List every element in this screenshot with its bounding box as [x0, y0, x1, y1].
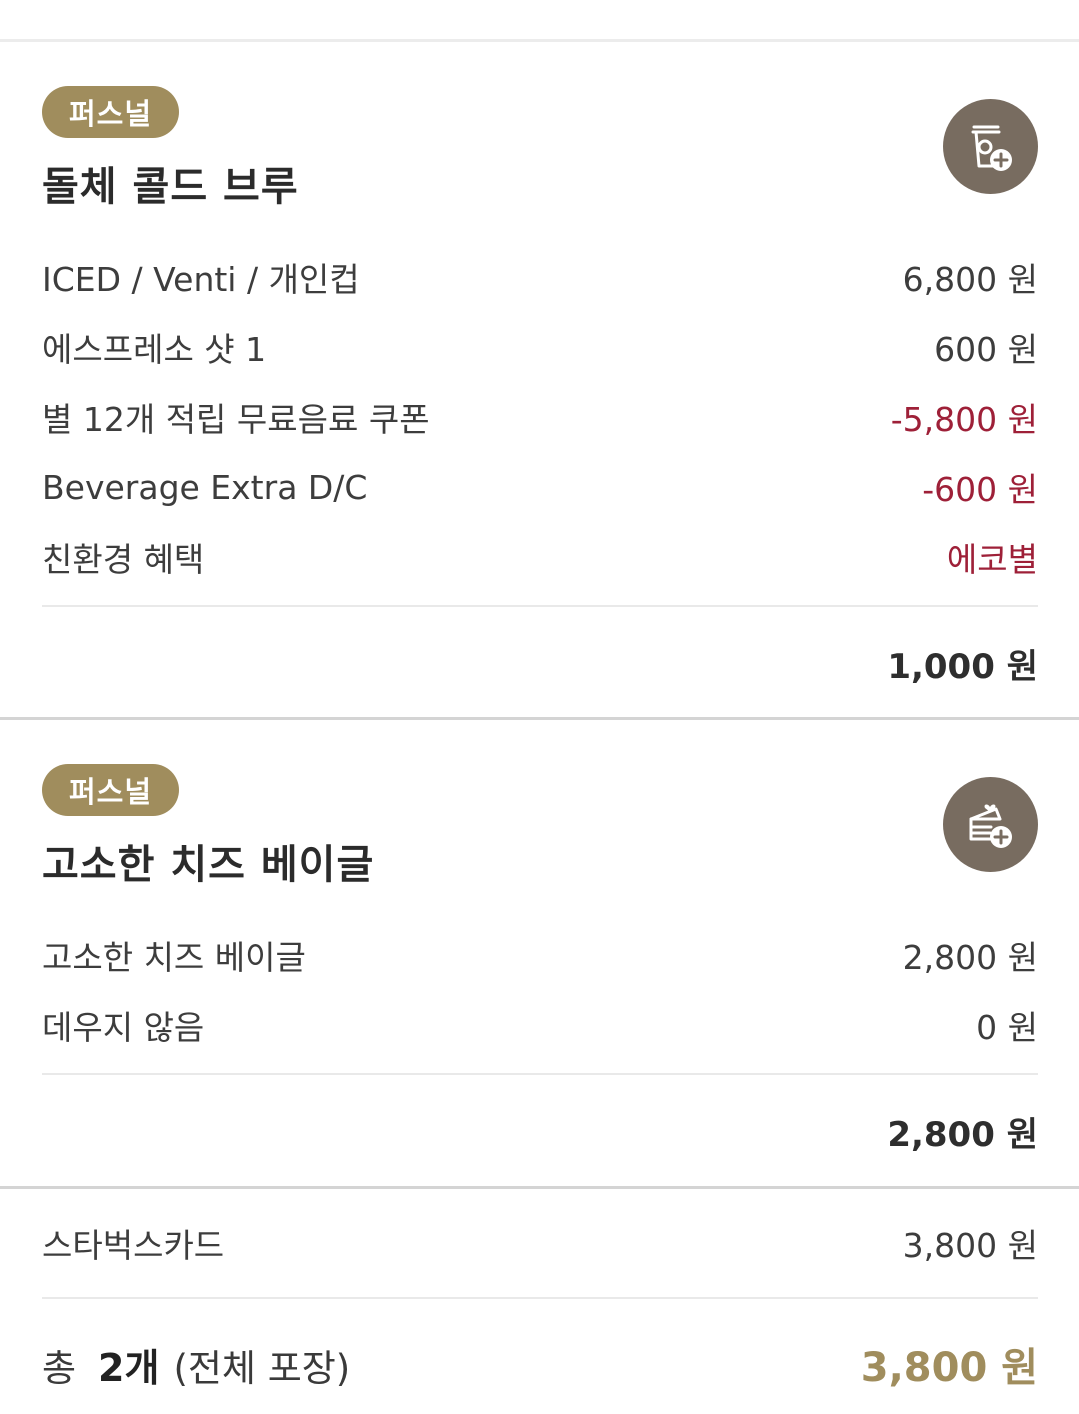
order-total-row: 총 2개 (전체 포장) 3,800 원	[42, 1336, 1038, 1392]
section-divider	[0, 717, 1079, 720]
cup-plus-icon	[971, 125, 1012, 171]
payment-method: 스타벅스카드	[42, 1226, 225, 1265]
benefit-value: 에코별	[946, 540, 1038, 579]
payment-amount: 3,800 원	[902, 1226, 1038, 1265]
option-label: 고소한 치즈 베이글	[42, 938, 306, 977]
item-subtotal: 2,800 원	[887, 1114, 1038, 1155]
option-price: 6,800 원	[902, 260, 1038, 299]
personal-badge: 퍼스널	[42, 764, 179, 816]
benefit-row: 친환경 혜택 에코별	[42, 532, 1038, 582]
product-title: 돌체 콜드 브루	[42, 164, 299, 210]
product-title: 고소한 치즈 베이글	[42, 842, 375, 888]
option-row: ICED / Venti / 개인컵 6,800 원	[42, 252, 1038, 302]
option-row: 고소한 치즈 베이글 2,800 원	[42, 930, 1038, 980]
discount-label: Beverage Extra D/C	[42, 467, 368, 507]
payment-row: 스타벅스카드 3,800 원	[42, 1218, 1038, 1268]
discount-row: Beverage Extra D/C -600 원	[42, 462, 1038, 512]
section-divider	[0, 1186, 1079, 1189]
item-divider	[42, 605, 1038, 607]
discount-label: 별 12개 적립 무료음료 쿠폰	[42, 400, 430, 439]
top-divider	[0, 39, 1079, 42]
payment-divider	[42, 1297, 1038, 1299]
item-subtotal: 1,000 원	[887, 646, 1038, 687]
add-personal-option-button[interactable]	[943, 777, 1038, 872]
option-row: 에스프레소 샷 1 600 원	[42, 322, 1038, 372]
personal-badge: 퍼스널	[42, 86, 179, 138]
cake-plus-icon	[969, 803, 1012, 848]
total-prefix: 총	[42, 1346, 77, 1390]
option-row: 데우지 않음 0 원	[42, 1000, 1038, 1050]
option-price: 0 원	[976, 1008, 1038, 1047]
order-summary: 퍼스널 돌체 콜드 브루 ICED / Venti / 개인컵 6,800 원 …	[0, 0, 1079, 1414]
packaging-type: (전체 포장)	[173, 1346, 351, 1390]
discount-amount: -5,800 원	[890, 400, 1038, 439]
option-price: 600 원	[934, 330, 1038, 369]
benefit-label: 친환경 혜택	[42, 540, 205, 579]
option-label: 데우지 않음	[42, 1008, 205, 1047]
option-price: 2,800 원	[902, 938, 1038, 977]
item-count: 2개	[98, 1345, 160, 1390]
option-label: ICED / Venti / 개인컵	[42, 260, 360, 299]
total-amount: 3,800 원	[860, 1345, 1038, 1391]
add-personal-option-button[interactable]	[943, 99, 1038, 194]
item-divider	[42, 1073, 1038, 1075]
total-summary: 총 2개 (전체 포장)	[42, 1337, 350, 1392]
discount-amount: -600 원	[922, 470, 1038, 509]
option-label: 에스프레소 샷 1	[42, 330, 267, 369]
discount-row: 별 12개 적립 무료음료 쿠폰 -5,800 원	[42, 392, 1038, 442]
